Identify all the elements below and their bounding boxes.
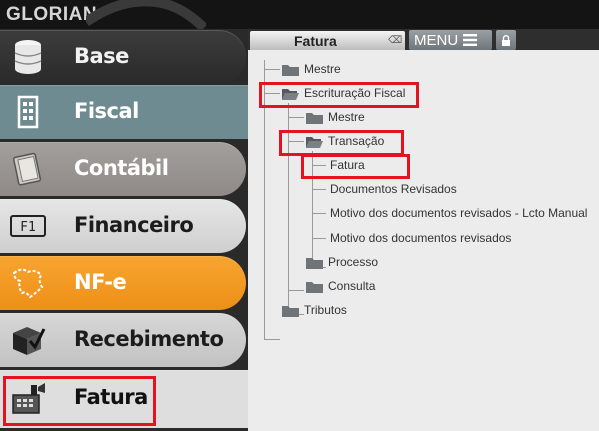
folder-icon <box>306 281 323 293</box>
sidebar-item-label: Fiscal <box>74 99 139 123</box>
tab-label: Fatura <box>294 33 337 49</box>
sidebar: Base Fiscal Contábil F1 Financeiro NF-e … <box>0 29 248 431</box>
menu-button[interactable]: MENU <box>409 30 492 50</box>
tree-node-label: Processo <box>328 255 379 269</box>
tree-view: Mestre Escrituração Fiscal Mestre Transa… <box>248 50 599 431</box>
logo-swoosh-icon <box>86 0 206 29</box>
tree-node-tributos[interactable]: Tributos <box>282 301 347 319</box>
tree-connector <box>312 165 326 166</box>
tab-close-icon[interactable]: ⌫ <box>388 35 402 46</box>
tree-node-label: Mestre <box>304 62 341 76</box>
box-check-icon <box>0 313 56 367</box>
tab-fatura[interactable]: Fatura ⌫ <box>250 31 405 50</box>
sidebar-item-label: Contábil <box>74 156 169 180</box>
map-icon <box>0 256 56 310</box>
cash-register-icon <box>0 372 56 426</box>
tree-connector <box>312 213 326 214</box>
tree-node-fatura[interactable]: Fatura <box>330 156 365 174</box>
folder-open-icon <box>306 136 323 148</box>
tree-node-consulta[interactable]: Consulta <box>306 277 375 295</box>
hamburger-icon <box>463 34 478 46</box>
building-icon <box>0 85 56 139</box>
top-bar: GLORIAN <box>0 0 599 29</box>
menu-label: MENU <box>414 31 459 49</box>
tree-node-label: Documentos Revisados <box>330 182 457 196</box>
fatura-panel: Fatura ⌫ MENU Mestre Escrituração Fiscal… <box>248 29 599 431</box>
tree-node-label: Escrituração Fiscal <box>304 86 406 100</box>
database-icon <box>0 30 56 84</box>
tree-node-escrituracao-fiscal[interactable]: Escrituração Fiscal <box>282 84 405 102</box>
tree-connector <box>288 117 304 118</box>
folder-open-icon <box>282 88 299 100</box>
tree-connector <box>264 69 280 70</box>
tree-connector <box>288 290 304 291</box>
sidebar-item-financeiro[interactable]: F1 Financeiro <box>0 199 246 253</box>
book-icon <box>0 142 56 196</box>
folder-icon <box>306 112 323 124</box>
folder-icon <box>306 257 323 269</box>
tree-node-label: Motivo dos documentos revisados - Lcto M… <box>330 206 588 220</box>
sidebar-item-fatura[interactable]: Fatura <box>0 370 248 428</box>
tree-node-motivo-lcto-manual[interactable]: Motivo dos documentos revisados - Lcto M… <box>330 204 587 222</box>
sidebar-item-label: Base <box>74 44 129 68</box>
glorian-logo: GLORIAN <box>6 4 98 25</box>
panel-header: Fatura ⌫ MENU <box>248 29 599 50</box>
lock-icon <box>502 34 510 46</box>
tree-connector <box>264 339 280 340</box>
tree-node-label: Fatura <box>330 158 365 172</box>
tree-connector <box>288 141 304 142</box>
tree-node-processo[interactable]: Processo <box>306 253 378 271</box>
tree-connector <box>288 103 289 315</box>
tree-node-esc-mestre[interactable]: Mestre <box>306 108 365 126</box>
tree-node-transacao[interactable]: Transação <box>306 132 384 150</box>
tree-node-motivo[interactable]: Motivo dos documentos revisados <box>330 229 511 247</box>
tree-node-label: Mestre <box>328 110 365 124</box>
tree-node-label: Tributos <box>304 303 347 317</box>
tree-connector <box>312 238 326 239</box>
sidebar-item-label: Financeiro <box>74 213 194 237</box>
folder-icon <box>282 305 299 317</box>
tree-node-label: Consulta <box>328 279 376 293</box>
tree-connector <box>312 189 326 190</box>
sidebar-item-nfe[interactable]: NF-e <box>0 256 246 310</box>
tree-connector <box>264 60 265 340</box>
tree-connector <box>312 151 313 268</box>
sidebar-item-recebimento[interactable]: Recebimento <box>0 313 246 367</box>
tree-node-documentos-revisados[interactable]: Documentos Revisados <box>330 180 457 198</box>
sidebar-item-label: Recebimento <box>74 327 224 351</box>
tree-node-label: Motivo dos documentos revisados <box>330 231 512 245</box>
sidebar-item-base[interactable]: Base <box>0 30 246 84</box>
f1-key-icon: F1 <box>0 199 56 253</box>
tree-node-mestre[interactable]: Mestre <box>282 60 341 78</box>
folder-icon <box>282 64 299 76</box>
sidebar-item-label: NF-e <box>74 270 127 294</box>
tree-connector <box>264 93 280 94</box>
sidebar-item-label: Fatura <box>74 385 148 409</box>
lock-button[interactable] <box>496 30 516 50</box>
tree-node-label: Transação <box>328 134 385 148</box>
svg-text:F1: F1 <box>20 220 36 235</box>
sidebar-item-fiscal[interactable]: Fiscal <box>0 85 248 139</box>
sidebar-item-contabil[interactable]: Contábil <box>0 142 246 196</box>
